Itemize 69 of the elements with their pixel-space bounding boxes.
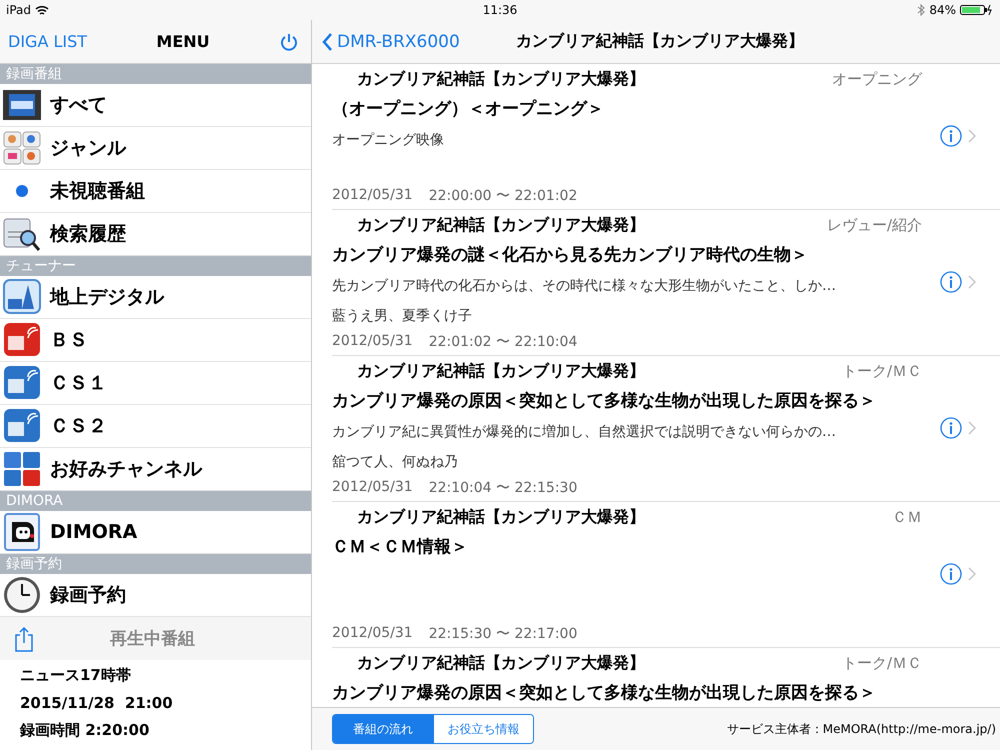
- section-header: 録画予約: [0, 554, 311, 574]
- date-label: 2012/05/31: [332, 625, 413, 643]
- series-title: カンブリア紀神話【カンブリア大爆発】: [357, 506, 645, 528]
- segment-tab[interactable]: お役立ち情報: [433, 715, 533, 743]
- menu-item[interactable]: ＣＳ１: [0, 362, 311, 405]
- menu-item[interactable]: すべて: [0, 84, 311, 127]
- program-detail: ニュース17時帯: [20, 666, 132, 685]
- time-range: 22:00:00 〜 22:01:02: [428, 187, 578, 205]
- info-icon[interactable]: [940, 417, 962, 439]
- carrier-label: iPad: [6, 3, 32, 17]
- date-label: 2012/05/31: [332, 479, 413, 497]
- time-range: 22:15:30 〜 22:17:00: [428, 625, 578, 643]
- program-title: カンブリア爆発の原因＜突如として多様な生物が出現した原因を探る＞: [332, 682, 877, 704]
- nav-title: カンブリア紀神話【カンブリア大爆発】: [516, 31, 804, 52]
- back-button[interactable]: DIGA LIST: [8, 32, 88, 51]
- genre-label: レヴュー/紹介: [826, 216, 922, 234]
- menu-item[interactable]: ＢＳ: [0, 319, 311, 362]
- section-header: DIMORA: [0, 491, 311, 511]
- program-title: ＣＭ＜ＣＭ情報＞: [332, 536, 469, 558]
- section-header: 録画番組: [0, 64, 311, 84]
- program-description: 先カンブリア時代の化石からは、その時代に様々な大形生物がいたこと、しか…: [332, 277, 837, 296]
- service-credit: サービス主体者：MeMORA(http://me-mora.jp/): [726, 720, 996, 738]
- battery-icon: [960, 4, 994, 16]
- genre-label: ＣＭ: [892, 508, 922, 526]
- section-header: チューナー: [0, 256, 311, 276]
- wifi-icon: [35, 4, 50, 16]
- genre-label: オープニング: [832, 70, 922, 88]
- series-title: カンブリア紀神話【カンブリア大爆発】: [357, 68, 645, 90]
- menu-item[interactable]: 未視聴番組: [0, 170, 311, 213]
- battery-percent: 84%: [929, 3, 956, 17]
- info-icon[interactable]: [940, 563, 962, 585]
- genre-label: トーク/ＭＣ: [842, 362, 922, 380]
- program-title: （オープニング）＜オープニング＞: [332, 98, 605, 120]
- date-label: 2012/05/31: [332, 187, 413, 205]
- program-title: カンブリア爆発の謎＜化石から見る先カンブリア時代の生物＞: [332, 244, 809, 266]
- back-button[interactable]: DMR-BRX6000: [322, 32, 460, 52]
- series-title: カンブリア紀神話【カンブリア大爆発】: [357, 652, 645, 674]
- chevron-icon: [322, 32, 333, 50]
- time-range: 22:10:04 〜 22:15:30: [428, 479, 578, 497]
- now-playing-title: 再生中番組: [109, 628, 196, 650]
- chevron-icon: [968, 421, 976, 435]
- dot-icon: [16, 185, 28, 197]
- info-icon[interactable]: [940, 125, 962, 147]
- series-title: カンブリア紀神話【カンブリア大爆発】: [357, 214, 645, 236]
- program-title: カンブリア爆発の原因＜突如として多様な生物が出現した原因を探る＞: [332, 390, 877, 412]
- chevron-icon: [968, 567, 976, 581]
- series-title: カンブリア紀神話【カンブリア大爆発】: [357, 360, 645, 382]
- menu-item[interactable]: ＣＳ２: [0, 405, 311, 448]
- date-label: 2012/05/31: [332, 333, 413, 351]
- share-icon[interactable]: [14, 626, 34, 652]
- genre-label: トーク/ＭＣ: [842, 654, 922, 672]
- clock-time: 11:36: [482, 3, 518, 17]
- segment-tab[interactable]: 番組の流れ: [333, 715, 433, 743]
- cast-list: 舘つて人、何ぬね乃: [332, 447, 940, 477]
- program-detail: 2015/11/28 21:00: [20, 694, 174, 712]
- chevron-icon: [968, 129, 976, 143]
- cast-list: 藍うえ男、夏季くけ子: [332, 301, 940, 331]
- menu-item[interactable]: 地上デジタル: [0, 276, 311, 319]
- power-icon[interactable]: [278, 32, 299, 52]
- program-detail: 録画時間 2:20:00: [20, 721, 150, 740]
- program-description: オープニング映像: [332, 131, 445, 150]
- nav-title: MENU: [156, 32, 210, 51]
- channels-icon: [2, 449, 42, 489]
- time-range: 22:01:02 〜 22:10:04: [428, 333, 578, 351]
- info-icon[interactable]: [940, 271, 962, 293]
- chevron-icon: [968, 275, 976, 289]
- program-description: カンブリア紀に異質性が爆発的に増加し、自然選択では説明できない何らかの…: [332, 423, 837, 442]
- bluetooth-icon: [917, 4, 926, 16]
- menu-item[interactable]: ジャンル: [0, 127, 311, 170]
